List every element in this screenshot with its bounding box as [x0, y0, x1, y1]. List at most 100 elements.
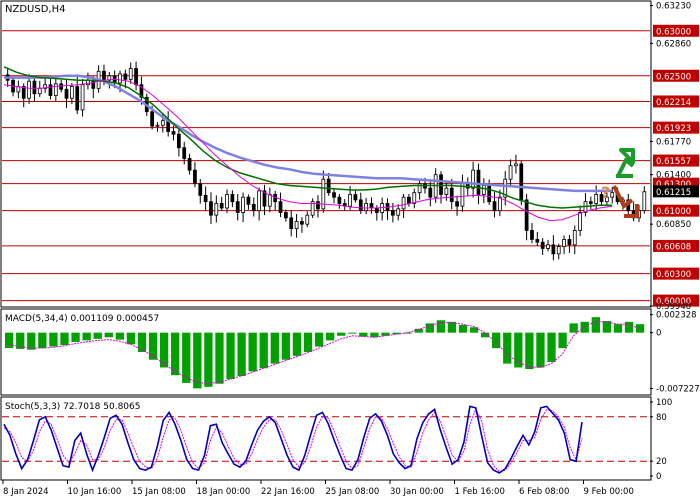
candle-body: [546, 244, 550, 249]
chart-root: 0.63000 0.62500 0.62214 0.61923 0.61557 0.613…: [0, 0, 700, 500]
macd-bar: [171, 332, 180, 376]
candle-body: [358, 199, 363, 212]
stoch-tick-label: 100: [656, 398, 672, 408]
candle-body: [155, 124, 160, 127]
candle-body: [123, 73, 128, 80]
macd-bar: [270, 332, 279, 364]
candle-body: [508, 165, 513, 180]
candle-body: [492, 201, 497, 212]
time-label: 22 Jan 16:00: [261, 487, 315, 497]
candle-body: [374, 207, 379, 213]
macd-bar: [392, 332, 401, 335]
candle-body: [369, 203, 374, 209]
candle-body: [455, 201, 459, 207]
candle-body: [80, 84, 85, 111]
candle-body: [481, 185, 486, 195]
candle-body: [401, 196, 406, 210]
candle-body: [193, 169, 197, 185]
macd-bar: [525, 332, 534, 370]
macd-bar: [215, 332, 224, 384]
candle-body: [251, 203, 256, 212]
macd-bar: [5, 332, 14, 349]
candle-body: [444, 187, 449, 195]
candle-body: [407, 196, 411, 204]
time-label: 30 Jan 00:00: [390, 487, 444, 497]
stoch-tick-label: 0: [656, 472, 661, 482]
candle-body: [182, 147, 187, 159]
macd-bar: [569, 323, 578, 333]
time-label: 8 Jan 2024: [3, 487, 49, 497]
candle-body: [257, 190, 261, 212]
candle-body: [150, 111, 154, 127]
forecast-question-mark: ?: [601, 183, 610, 202]
candle-body: [578, 212, 582, 231]
macd-bar: [159, 332, 169, 368]
price-tick-label: 0.60850: [656, 220, 691, 230]
candle-body: [551, 244, 556, 255]
candle-body: [471, 169, 475, 189]
macd-bar: [259, 332, 268, 369]
macd-bar: [613, 324, 623, 333]
axis-layer: 0.630000.625000.622140.619230.615570.613…: [650, 2, 700, 482]
candle-body: [476, 169, 481, 195]
macd-bar: [281, 332, 291, 360]
macd-bar: [38, 332, 47, 349]
candle-body: [203, 194, 208, 203]
candle-body: [134, 68, 138, 86]
candle-body: [572, 230, 577, 246]
candle-body: [241, 196, 245, 213]
candle-body: [70, 86, 74, 99]
candle-body: [498, 196, 502, 212]
level-tag-label: 0.60300: [656, 270, 691, 280]
macd-bar: [49, 332, 58, 347]
level-tag-label: 0.63000: [656, 27, 691, 37]
level-tag-label: 0.61557: [656, 157, 691, 167]
macd-bar: [303, 332, 313, 352]
price-tick-label: 0.63230: [656, 2, 691, 12]
macd-bar: [359, 332, 368, 337]
candle-body: [588, 201, 593, 204]
macd-bar: [226, 332, 235, 380]
candle-body: [326, 178, 331, 194]
candle-body: [284, 212, 288, 219]
candle-body: [187, 158, 192, 171]
level-tag-label: 0.62500: [656, 72, 691, 82]
candle-body: [332, 192, 336, 198]
candle-body: [21, 86, 26, 99]
macd-bar: [182, 332, 191, 383]
candle-body: [235, 201, 240, 213]
macd-bar: [137, 332, 147, 352]
candle-body: [567, 239, 572, 246]
candle-body: [75, 86, 80, 111]
macd-bar: [337, 332, 346, 336]
level-tag-label: 0.61000: [656, 207, 691, 217]
candle-body: [171, 131, 176, 135]
candle-body: [530, 230, 534, 240]
price-title: NZDUSD,H4: [5, 4, 65, 15]
stoch-tick-label: 80: [656, 413, 667, 423]
stoch-tick-label: 20: [656, 457, 667, 467]
macd-bar: [248, 332, 257, 372]
time-label: 18 Jan 00:00: [197, 487, 251, 497]
candle-body: [300, 221, 304, 225]
macd-tick-label: 0.002328: [656, 311, 697, 321]
macd-bar: [314, 332, 324, 347]
macd-bar: [536, 332, 545, 368]
candle-body: [524, 199, 529, 231]
macd-tick-label: 0: [656, 329, 661, 339]
candle-body: [540, 241, 545, 249]
macd-bar: [635, 324, 645, 333]
level-tag-label: 0.61923: [656, 124, 691, 134]
macd-bar: [403, 332, 412, 334]
candle-body: [246, 196, 251, 205]
macd-bar: [348, 332, 357, 334]
candle-body: [230, 194, 235, 203]
candle-body: [53, 83, 58, 96]
candle-body: [439, 174, 443, 195]
time-axis: 8 Jan 2024 10 Jan 16:00 15 Jan 08:00 18 Jan…: [2, 480, 634, 497]
stoch-title: Stoch(5,3,3) 72.7018 50.8065: [5, 402, 140, 412]
candle-body: [225, 194, 229, 209]
candle-body: [396, 208, 401, 216]
candle-body: [305, 214, 310, 225]
macd-bar: [60, 332, 69, 346]
